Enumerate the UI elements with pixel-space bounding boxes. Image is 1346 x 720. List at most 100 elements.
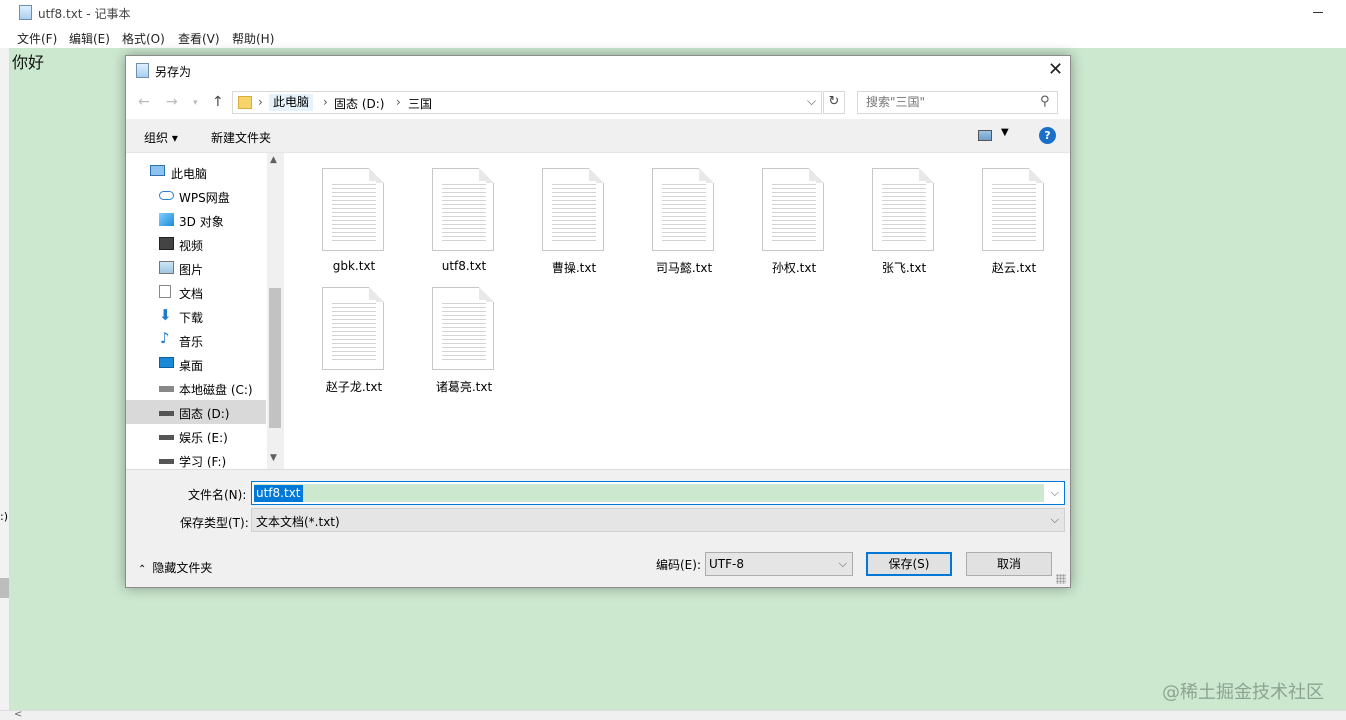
up-arrow-icon[interactable]: ↑ [212,94,224,110]
encoding-select[interactable]: UTF-8 ⌵ [705,552,853,576]
filename-input[interactable] [254,484,1044,502]
video-icon [159,237,174,250]
recent-locations-icon[interactable]: ▾ [193,98,198,108]
text-file-icon [322,168,384,251]
hide-folders-toggle[interactable]: ⌃ 隐藏文件夹 [138,559,212,576]
menu-file[interactable]: 文件(F) [17,30,57,47]
sidebar-item-videos[interactable]: 视频 [126,232,266,256]
navigation-pane: 此电脑 WPS网盘 3D 对象 视频 图片 文档 ⬇ 下载 ♪ 音乐 桌面 本地… [126,153,283,469]
close-icon[interactable]: ✕ [1048,59,1063,80]
document-icon [159,285,171,298]
view-options-icon[interactable] [978,130,992,141]
search-input[interactable] [866,95,1031,109]
chevron-down-icon[interactable]: ⌵ [1051,513,1059,527]
file-item[interactable]: 赵子龙.txt [304,272,404,394]
notepad-titlebar: utf8.txt - 记事本 [0,0,1346,26]
menu-edit[interactable]: 编辑(E) [69,30,110,47]
file-item[interactable]: 曹操.txt [524,153,624,275]
navigation-bar: ← → ▾ ↑ › 此电脑 › 固态 (D:) › 三国 ⌵ ↻ ⚲ [126,86,1070,119]
dialog-titlebar: 另存为 ✕ [126,56,1070,86]
sidebar-item-pictures[interactable]: 图片 [126,256,266,280]
file-item[interactable]: gbk.txt [304,153,404,273]
drive-icon [159,435,174,440]
sidebar-item-documents[interactable]: 文档 [126,280,266,304]
scrollbar-thumb[interactable] [269,288,281,428]
file-item[interactable]: 赵云.txt [964,153,1064,275]
computer-icon [150,165,165,176]
file-item[interactable]: 诸葛亮.txt [414,272,514,394]
cancel-button[interactable]: 取消 [966,552,1052,576]
forward-arrow-icon[interactable]: → [166,94,178,110]
save-options-panel: 文件名(N): utf8.txt ⌵ 保存类型(T): 文本文档(*.txt) … [126,469,1070,587]
text-file-icon [652,168,714,251]
sidebar-item-drive-e[interactable]: 娱乐 (E:) [126,424,266,448]
search-box[interactable]: ⚲ [857,91,1058,114]
drive-icon [159,386,174,392]
file-item[interactable]: 张飞.txt [854,153,954,275]
dialog-title: 另存为 [155,65,192,79]
file-item[interactable]: utf8.txt [414,153,514,273]
help-icon[interactable]: ? [1039,127,1056,144]
sidebar-item-wps-cloud[interactable]: WPS网盘 [126,184,266,208]
sidebar-item-desktop[interactable]: 桌面 [126,352,266,376]
resize-grip-icon[interactable] [1056,574,1066,584]
chevron-up-icon: ⌃ [138,564,147,575]
notepad-text-content[interactable]: 你好 [12,49,44,73]
breadcrumb-this-pc[interactable]: 此电脑 [269,94,314,111]
minimize-icon[interactable] [1313,12,1323,13]
breadcrumb-sanguo[interactable]: 三国 [408,95,432,112]
menu-format[interactable]: 格式(O) [122,30,165,47]
text-file-icon [872,168,934,251]
sidebar-item-drive-c[interactable]: 本地磁盘 (C:) [126,376,266,400]
menu-help[interactable]: 帮助(H) [232,30,274,47]
sidebar-item-music[interactable]: ♪ 音乐 [126,328,266,352]
breadcrumb-drive-d[interactable]: 固态 (D:) [334,95,384,112]
navigation-scrollbar[interactable]: ▲ ▼ [267,153,282,469]
file-item[interactable]: 司马懿.txt [634,153,734,275]
save-button[interactable]: 保存(S) [866,552,952,576]
new-folder-button[interactable]: 新建文件夹 [211,129,271,146]
sidebar-item-drive-d[interactable]: 固态 (D:) [126,400,266,424]
search-icon[interactable]: ⚲ [1040,94,1050,109]
text-file-icon [762,168,824,251]
music-icon: ♪ [160,329,170,347]
sidebar-item-drive-f[interactable]: 学习 (F:) [126,448,266,469]
horizontal-scrollbar[interactable]: < [0,709,1346,720]
filename-combobox[interactable]: utf8.txt ⌵ [251,481,1065,505]
sidebar-item-downloads[interactable]: ⬇ 下载 [126,304,266,328]
menu-view[interactable]: 查看(V) [178,30,220,47]
address-bar[interactable]: › 此电脑 › 固态 (D:) › 三国 ⌵ [232,91,822,114]
back-arrow-icon[interactable]: ← [138,94,150,110]
encoding-label: 编码(E): [656,558,701,572]
save-as-dialog: 另存为 ✕ ← → ▾ ↑ › 此电脑 › 固态 (D:) › 三国 ⌵ ↻ ⚲… [125,55,1071,588]
sidebar-item-this-pc[interactable]: 此电脑 [126,160,266,184]
notepad-icon [136,63,149,78]
sidebar-item-3d-objects[interactable]: 3D 对象 [126,208,266,232]
text-file-icon [432,287,494,370]
chevron-down-icon[interactable]: ⌵ [1051,486,1059,500]
drive-icon [159,459,174,464]
file-list: gbk.txt utf8.txt 曹操.txt 司马懿.txt 孙权.txt 张… [284,153,1070,469]
text-file-icon [982,168,1044,251]
notepad-icon [19,5,32,20]
left-edge: :) [0,48,10,710]
download-icon: ⬇ [159,306,172,324]
scroll-down-icon[interactable]: ▼ [270,453,277,463]
scroll-up-icon[interactable]: ▲ [270,155,277,165]
chevron-down-icon[interactable]: ▼ [1001,127,1009,138]
refresh-icon[interactable]: ↻ [823,91,845,114]
picture-icon [159,261,174,274]
scroll-left-icon[interactable]: < [14,709,22,720]
dialog-toolbar: 组织 ▾ 新建文件夹 ▼ ? [126,119,1070,153]
filename-selected-text[interactable]: utf8.txt [254,485,303,502]
watermark: @稀土掘金技术社区 [1162,682,1324,703]
filetype-select[interactable]: 文本文档(*.txt) ⌵ [251,508,1065,532]
text-file-icon [322,287,384,370]
organize-button[interactable]: 组织 ▾ [144,129,178,146]
chevron-down-icon[interactable]: ⌵ [839,557,847,571]
text-file-icon [432,168,494,251]
file-item[interactable]: 孙权.txt [744,153,844,275]
notepad-menubar: 文件(F) 编辑(E) 格式(O) 查看(V) 帮助(H) [0,26,1346,48]
folder-icon [238,96,252,109]
chevron-down-icon[interactable]: ⌵ [807,94,816,109]
